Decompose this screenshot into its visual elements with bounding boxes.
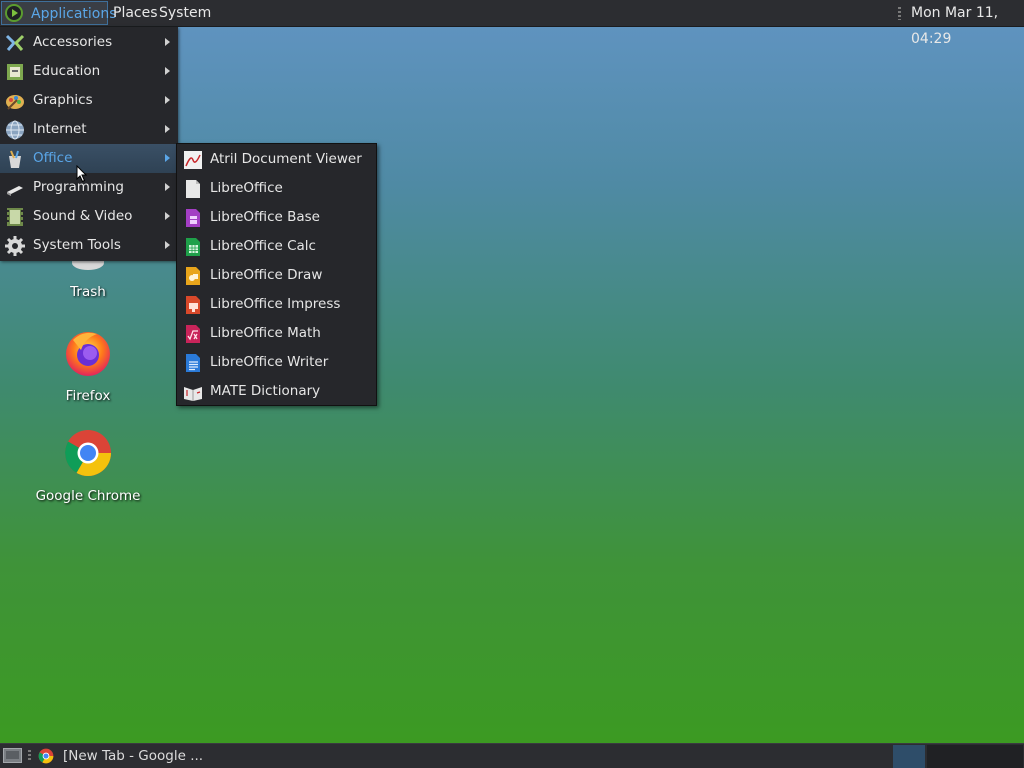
accessories-icon xyxy=(5,34,25,51)
education-icon xyxy=(7,64,23,80)
menu-item-label: Sound & Video xyxy=(33,208,133,224)
bottom-panel: [New Tab - Google ... xyxy=(0,743,1024,768)
libreoffice-icon xyxy=(186,180,200,198)
menu-item-internet[interactable]: Internet xyxy=(0,115,178,144)
clock[interactable]: Mon Mar 11, 04:29 xyxy=(911,0,1024,47)
libreoffice-impress-icon xyxy=(186,296,200,314)
top-panel: Applications Places System Mon Mar 11, 0… xyxy=(0,0,1024,47)
applications-menu-button[interactable]: Applications xyxy=(1,1,117,25)
submenu-item-label: Atril Document Viewer xyxy=(210,151,362,167)
applications-menu: Accessories Education Graphics Internet xyxy=(0,27,178,261)
menu-item-label: Graphics xyxy=(33,92,93,108)
submenu-item-libreoffice-draw[interactable]: LibreOffice Draw xyxy=(177,261,376,290)
submenu-item-libreoffice-math[interactable]: LibreOffice Math xyxy=(177,319,376,348)
submenu-item-mate-dictionary[interactable]: MATE Dictionary xyxy=(177,377,376,406)
dictionary-icon xyxy=(184,387,202,401)
menu-item-system-tools[interactable]: System Tools xyxy=(0,231,178,260)
menu-item-education[interactable]: Education xyxy=(0,57,178,86)
submenu-arrow-icon xyxy=(165,96,170,104)
firefox-icon xyxy=(66,332,110,376)
submenu-item-label: LibreOffice Base xyxy=(210,209,320,225)
panel-separator[interactable] xyxy=(898,7,901,20)
system-tools-icon xyxy=(5,236,25,256)
menu-item-label: Education xyxy=(33,63,101,79)
workspace-switcher-3[interactable] xyxy=(959,745,991,768)
chrome-label: Google Chrome xyxy=(35,488,141,504)
chrome-small-icon xyxy=(38,748,54,764)
workspace-switcher-1[interactable] xyxy=(893,745,925,768)
menu-item-programming[interactable]: Programming xyxy=(0,173,178,202)
office-icon xyxy=(9,150,21,168)
desktop-icon-chrome[interactable]: Google Chrome xyxy=(33,428,143,504)
atril-icon xyxy=(184,151,202,169)
submenu-arrow-icon xyxy=(165,212,170,220)
menu-item-office[interactable]: Office xyxy=(0,144,178,173)
menu-item-accessories[interactable]: Accessories xyxy=(0,28,178,57)
sound-video-icon xyxy=(7,208,23,226)
graphics-icon xyxy=(6,95,24,110)
mate-logo-icon xyxy=(5,4,23,22)
submenu-arrow-icon xyxy=(165,183,170,191)
submenu-item-label: LibreOffice Calc xyxy=(210,238,316,254)
taskbar-window-title: [New Tab - Google ... xyxy=(63,748,204,764)
menu-item-graphics[interactable]: Graphics xyxy=(0,86,178,115)
submenu-arrow-icon xyxy=(165,241,170,249)
submenu-arrow-icon xyxy=(165,154,170,162)
office-submenu: Atril Document Viewer LibreOffice LibreO… xyxy=(176,143,377,406)
menu-item-label: Internet xyxy=(33,121,87,137)
panel-separator[interactable] xyxy=(28,750,31,762)
submenu-item-label: LibreOffice Writer xyxy=(210,354,329,370)
menu-item-sound-video[interactable]: Sound & Video xyxy=(0,202,178,231)
submenu-item-label: LibreOffice Impress xyxy=(210,296,341,312)
internet-icon xyxy=(6,120,24,140)
libreoffice-calc-icon xyxy=(186,238,200,256)
submenu-arrow-icon xyxy=(165,38,170,46)
submenu-item-label: MATE Dictionary xyxy=(210,383,321,399)
chrome-icon xyxy=(65,430,111,476)
submenu-item-label: LibreOffice Math xyxy=(210,325,321,341)
libreoffice-writer-icon xyxy=(186,354,200,372)
applications-label: Applications xyxy=(31,6,117,22)
submenu-item-libreoffice-base[interactable]: LibreOffice Base xyxy=(177,203,376,232)
submenu-item-libreoffice-calc[interactable]: LibreOffice Calc xyxy=(177,232,376,261)
system-menu-button[interactable]: System xyxy=(159,0,211,26)
menu-item-label: Accessories xyxy=(33,34,113,50)
firefox-label: Firefox xyxy=(65,388,111,404)
places-menu-button[interactable]: Places xyxy=(113,0,158,26)
libreoffice-draw-icon xyxy=(186,267,200,285)
show-desktop-icon[interactable] xyxy=(3,748,22,763)
submenu-item-label: LibreOffice Draw xyxy=(210,267,323,283)
desktop-icon-firefox[interactable]: Firefox xyxy=(33,328,143,404)
submenu-item-libreoffice-impress[interactable]: LibreOffice Impress xyxy=(177,290,376,319)
submenu-arrow-icon xyxy=(165,67,170,75)
submenu-item-label: LibreOffice xyxy=(210,180,283,196)
menu-item-label: System Tools xyxy=(33,237,121,253)
submenu-item-libreoffice[interactable]: LibreOffice xyxy=(177,174,376,203)
submenu-item-atril[interactable]: Atril Document Viewer xyxy=(177,145,376,174)
libreoffice-math-icon xyxy=(186,325,200,343)
menu-item-label: Office xyxy=(33,150,73,166)
submenu-item-libreoffice-writer[interactable]: LibreOffice Writer xyxy=(177,348,376,377)
workspace-switcher-2[interactable] xyxy=(927,745,959,768)
programming-icon xyxy=(7,186,23,196)
taskbar-window-button[interactable]: [New Tab - Google ... xyxy=(38,746,238,766)
libreoffice-base-icon xyxy=(186,209,200,227)
submenu-arrow-icon xyxy=(165,125,170,133)
workspace-switcher-4[interactable] xyxy=(991,745,1023,768)
mouse-cursor-icon xyxy=(76,165,88,183)
trash-label: Trash xyxy=(70,284,106,300)
